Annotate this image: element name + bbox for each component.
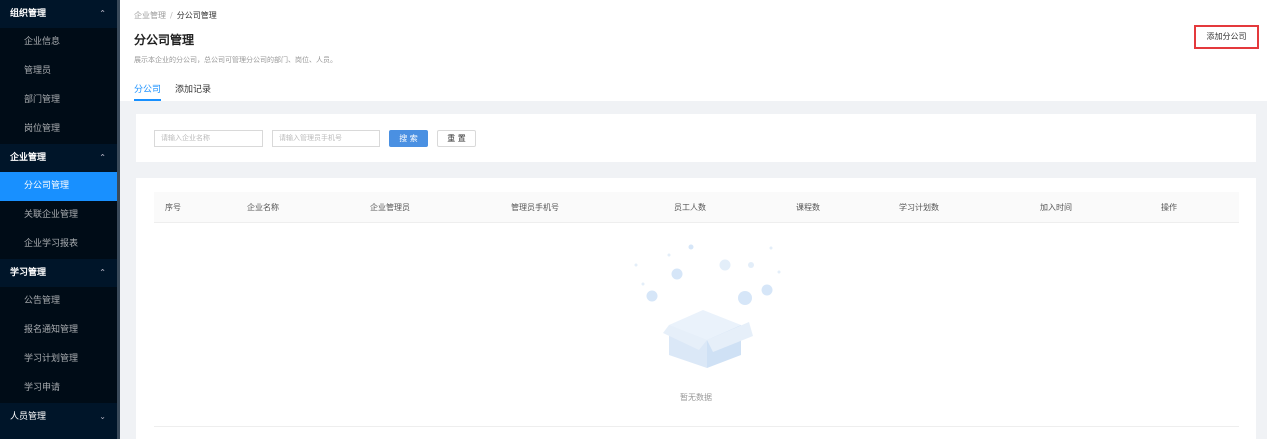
table-bottom-border <box>154 426 1239 427</box>
tab-branches[interactable]: 分公司 <box>134 82 162 101</box>
chevron-up-icon: ⌃ <box>99 9 106 18</box>
chevron-up-icon: ⌃ <box>99 153 106 162</box>
sidebar-group-enterprise[interactable]: 企业管理 ⌃ <box>0 144 120 172</box>
sidebar-group-label: 学习管理 <box>10 268 47 278</box>
sidebar-item-study-requests[interactable]: 学习申请 <box>0 374 120 403</box>
page-title: 分公司管理 <box>134 33 195 47</box>
column-header-join-time: 加入时间 <box>1040 203 1072 212</box>
branch-table: 序号 企业名称 企业管理员 管理员手机号 员工人数 课程数 学习计划数 加入时间… <box>136 178 1256 439</box>
sidebar: 组织管理 ⌃ 企业信息 管理员 部门管理 岗位管理 企业管理 ⌃ 分公司管理 关联企… <box>0 0 120 439</box>
breadcrumb-separator: / <box>170 11 173 20</box>
column-header-index: 序号 <box>165 203 181 212</box>
empty-state-text: 暂无数据 <box>680 393 712 402</box>
chevron-up-icon: ⌃ <box>99 268 106 277</box>
column-header-employee-count: 员工人数 <box>674 203 706 212</box>
column-header-admin: 企业管理员 <box>370 203 410 212</box>
sidebar-group-org[interactable]: 组织管理 ⌃ <box>0 0 120 28</box>
sidebar-group-learning[interactable]: 学习管理 ⌃ <box>0 259 120 287</box>
filter-panel: 请输入企业名称 请输入管理员手机号 搜 索 重 置 <box>136 114 1256 162</box>
tab-add-records[interactable]: 添加记录 <box>175 82 211 101</box>
sidebar-group-people[interactable]: 人员管理 ⌄ <box>0 403 120 431</box>
breadcrumb-current: 分公司管理 <box>176 11 217 20</box>
breadcrumb: 企业管理 / 分公司管理 <box>134 10 217 21</box>
page-description: 展示本企业的分公司，总公司可管理分公司的部门、岗位、人员。 <box>134 56 337 64</box>
column-header-plan-count: 学习计划数 <box>899 203 939 212</box>
sidebar-item-learning-report[interactable]: 企业学习报表 <box>0 230 120 259</box>
main-content: 企业管理 / 分公司管理 分公司管理 展示本企业的分公司，总公司可管理分公司的部门、… <box>120 0 1267 439</box>
sidebar-item-linked-companies[interactable]: 关联企业管理 <box>0 201 120 230</box>
page-header: 企业管理 / 分公司管理 分公司管理 展示本企业的分公司，总公司可管理分公司的部门、… <box>120 0 1267 101</box>
sidebar-item-announcements[interactable]: 公告管理 <box>0 287 120 316</box>
reset-button[interactable]: 重 置 <box>437 130 476 147</box>
sidebar-group-label: 企业管理 <box>10 153 47 163</box>
column-header-admin-phone: 管理员手机号 <box>511 203 559 212</box>
column-header-course-count: 课程数 <box>796 203 820 212</box>
sidebar-item-study-plans[interactable]: 学习计划管理 <box>0 345 120 374</box>
add-branch-button[interactable]: 添加分公司 <box>1194 25 1259 49</box>
breadcrumb-parent[interactable]: 企业管理 <box>134 11 166 20</box>
column-header-company-name: 企业名称 <box>247 203 279 212</box>
admin-phone-input[interactable]: 请输入管理员手机号 <box>272 130 380 147</box>
empty-box-icon <box>634 244 781 368</box>
sidebar-item-branches[interactable]: 分公司管理 <box>0 172 120 201</box>
sidebar-item-company-info[interactable]: 企业信息 <box>0 28 120 57</box>
sidebar-item-admins[interactable]: 管理员 <box>0 57 120 86</box>
table-header: 序号 企业名称 企业管理员 管理员手机号 员工人数 课程数 学习计划数 加入时间… <box>154 192 1239 223</box>
search-button[interactable]: 搜 索 <box>389 130 428 147</box>
company-name-input[interactable]: 请输入企业名称 <box>154 130 263 147</box>
tab-bar: 分公司 添加记录 <box>134 82 225 101</box>
column-header-actions: 操作 <box>1161 203 1177 212</box>
chevron-down-icon: ⌄ <box>99 412 106 421</box>
sidebar-group-label: 人员管理 <box>10 412 47 422</box>
sidebar-item-departments[interactable]: 部门管理 <box>0 86 120 115</box>
sidebar-group-label: 组织管理 <box>10 9 47 19</box>
sidebar-item-positions[interactable]: 岗位管理 <box>0 115 120 144</box>
sidebar-item-signup-notices[interactable]: 报名通知管理 <box>0 316 120 345</box>
